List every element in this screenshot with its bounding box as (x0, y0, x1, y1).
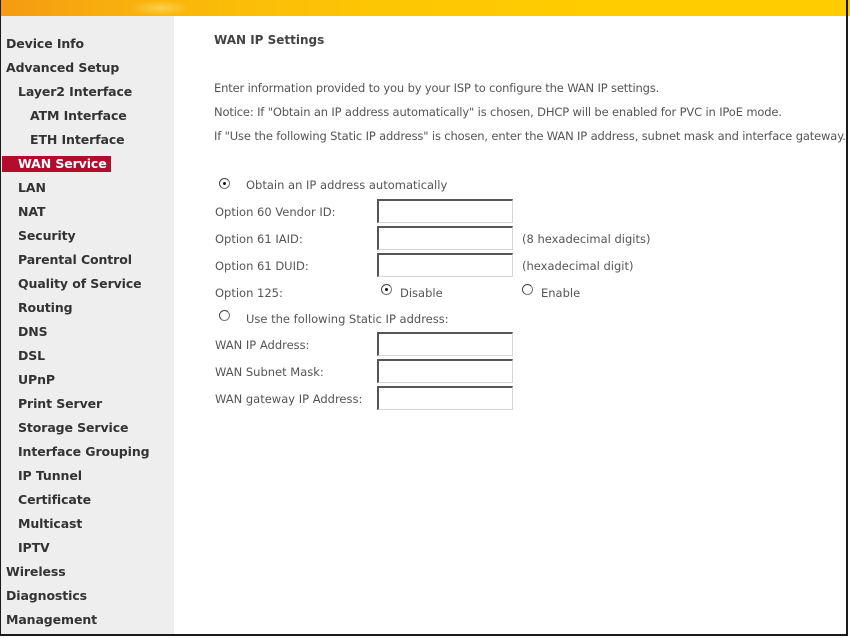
sidebar-item-ip-tunnel[interactable]: IP Tunnel (18, 468, 82, 484)
option61-duid-input[interactable] (377, 253, 513, 277)
wan-subnet-mask-input[interactable] (377, 359, 513, 383)
use-static-ip-label[interactable]: Use the following Static IP address: (246, 312, 449, 326)
sidebar-item-device-info[interactable]: Device Info (6, 36, 84, 52)
sidebar-item-diagnostics[interactable]: Diagnostics (6, 588, 87, 604)
banner-glow (130, 0, 190, 16)
sidebar-item-print-server[interactable]: Print Server (18, 396, 102, 412)
option61-duid-label: Option 61 DUID: (215, 259, 309, 273)
wan-gateway-ip-input[interactable] (377, 386, 513, 410)
sidebar-item-routing[interactable]: Routing (18, 300, 73, 316)
sidebar-item-layer2-interface[interactable]: Layer2 Interface (18, 84, 132, 100)
wan-gateway-label: WAN gateway IP Address: (215, 392, 363, 406)
sidebar-item-storage-service[interactable]: Storage Service (18, 420, 129, 436)
option125-disable-radio[interactable] (381, 284, 392, 295)
description-intro: Enter information provided to you by you… (214, 81, 660, 95)
sidebar-item-dns[interactable]: DNS (18, 324, 48, 340)
sidebar-item-certificate[interactable]: Certificate (18, 492, 91, 508)
sidebar-item-wan-service[interactable]: WAN Service (2, 156, 111, 172)
sidebar-item-management[interactable]: Management (6, 612, 97, 628)
sidebar-item-upnp[interactable]: UPnP (18, 372, 55, 388)
description-static: If "Use the following Static IP address"… (214, 129, 846, 143)
sidebar-item-advanced-setup[interactable]: Advanced Setup (6, 60, 119, 76)
sidebar-item-iptv[interactable]: IPTV (18, 540, 50, 556)
sidebar-item-lan[interactable]: LAN (18, 180, 46, 196)
wan-subnet-mask-label: WAN Subnet Mask: (215, 365, 324, 379)
sidebar-item-security[interactable]: Security (18, 228, 76, 244)
sidebar-item-eth-interface[interactable]: ETH Interface (30, 132, 125, 148)
obtain-ip-automatically-label[interactable]: Obtain an IP address automatically (246, 178, 447, 192)
sidebar-item-nat[interactable]: NAT (18, 204, 46, 220)
option125-disable-label[interactable]: Disable (400, 286, 443, 300)
option61-iaid-input[interactable] (377, 226, 513, 250)
option125-label: Option 125: (215, 286, 283, 300)
option125-enable-label[interactable]: Enable (541, 286, 580, 300)
wan-ip-address-label: WAN IP Address: (215, 338, 310, 352)
sidebar-item-multicast[interactable]: Multicast (18, 516, 82, 532)
option61-iaid-label: Option 61 IAID: (215, 232, 303, 246)
page-title: WAN IP Settings (214, 33, 325, 47)
sidebar-item-wireless[interactable]: Wireless (6, 564, 66, 580)
use-static-ip-radio[interactable] (219, 310, 230, 321)
option60-label: Option 60 Vendor ID: (215, 205, 336, 219)
sidebar-item-dsl[interactable]: DSL (18, 348, 45, 364)
option61-duid-hint: (hexadecimal digit) (522, 259, 634, 273)
obtain-ip-automatically-radio[interactable] (219, 178, 230, 189)
top-banner (0, 0, 850, 16)
option125-enable-radio[interactable] (522, 284, 533, 295)
sidebar-item-quality-of-service[interactable]: Quality of Service (18, 276, 142, 292)
description-notice: Notice: If "Obtain an IP address automat… (214, 105, 782, 119)
sidebar-item-parental-control[interactable]: Parental Control (18, 252, 132, 268)
option60-vendor-id-input[interactable] (377, 199, 513, 223)
wan-ip-address-input[interactable] (377, 332, 513, 356)
option61-iaid-hint: (8 hexadecimal digits) (522, 232, 651, 246)
sidebar-item-atm-interface[interactable]: ATM Interface (30, 108, 127, 124)
sidebar-item-interface-grouping[interactable]: Interface Grouping (18, 444, 150, 460)
